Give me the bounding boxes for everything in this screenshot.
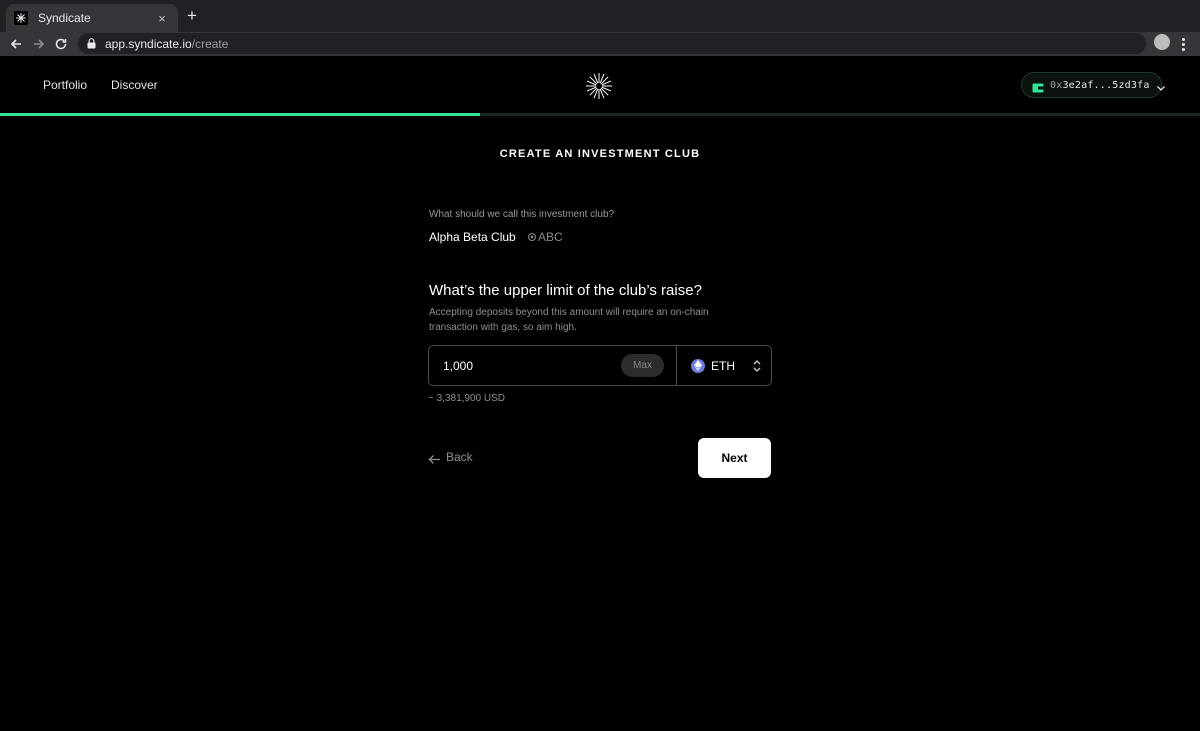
address-bar[interactable]: app.syndicate.io/create	[78, 33, 1146, 54]
reload-icon[interactable]	[51, 34, 71, 54]
nav-discover[interactable]: Discover	[111, 78, 158, 92]
amount-input[interactable]	[429, 346, 619, 385]
chevron-down-icon	[1156, 80, 1166, 91]
tab-close-icon[interactable]: ×	[154, 11, 170, 26]
wallet-icon	[1032, 80, 1044, 93]
wallet-address: 0x3e2af...5zd3fa	[1050, 79, 1150, 91]
nav-portfolio[interactable]: Portfolio	[43, 78, 87, 92]
back-arrow-icon[interactable]	[6, 34, 26, 54]
amount-field-wrapper: Max	[429, 346, 677, 385]
progress-bar-fill	[0, 113, 480, 116]
forward-arrow-icon[interactable]	[29, 34, 49, 54]
club-symbol-value: ABC	[538, 230, 563, 244]
club-name-question: What should we call this investment club…	[429, 209, 615, 220]
ethereum-icon	[691, 358, 705, 373]
raise-limit-question: What’s the upper limit of the club’s rai…	[429, 282, 702, 299]
raise-limit-description: Accepting deposits beyond this amount wi…	[429, 307, 709, 333]
usd-estimate: ~ 3,381,900 USD	[428, 393, 505, 404]
next-button[interactable]: Next	[698, 438, 771, 478]
token-select[interactable]: ETH	[677, 346, 771, 385]
new-tab-button[interactable]: +	[183, 6, 201, 26]
browser-tab-bar: Syndicate × +	[0, 0, 1200, 32]
arrow-left-icon	[428, 452, 441, 464]
club-name-value[interactable]: Alpha Beta Club	[429, 230, 516, 244]
page-title: CREATE AN INVESTMENT CLUB	[499, 148, 701, 160]
max-button[interactable]: Max	[621, 354, 664, 377]
browser-tab[interactable]: Syndicate ×	[6, 4, 178, 32]
profile-avatar[interactable]	[1154, 34, 1170, 50]
wallet-button[interactable]: 0x3e2af...5zd3fa	[1021, 72, 1165, 98]
url-path: /create	[191, 36, 229, 51]
browser-toolbar: app.syndicate.io/create	[0, 32, 1200, 56]
club-symbol[interactable]: ABC	[528, 230, 563, 244]
tab-title: Syndicate	[38, 11, 91, 25]
symbol-icon	[528, 233, 536, 241]
syndicate-logo-icon[interactable]	[585, 72, 613, 100]
back-label: Back	[446, 450, 473, 464]
raise-amount-group: Max ETH	[428, 345, 772, 386]
progress-bar	[0, 113, 1200, 116]
lock-icon	[87, 38, 97, 50]
url-host: app.syndicate.io	[105, 36, 192, 51]
back-button[interactable]: Back	[428, 450, 473, 464]
app-header: Portfolio Discover 0x3e2af...5zd3fa	[0, 56, 1200, 113]
select-updown-icon	[752, 359, 762, 373]
syndicate-favicon-icon	[14, 11, 28, 25]
token-label: ETH	[711, 358, 735, 373]
browser-menu-icon[interactable]	[1177, 35, 1189, 53]
